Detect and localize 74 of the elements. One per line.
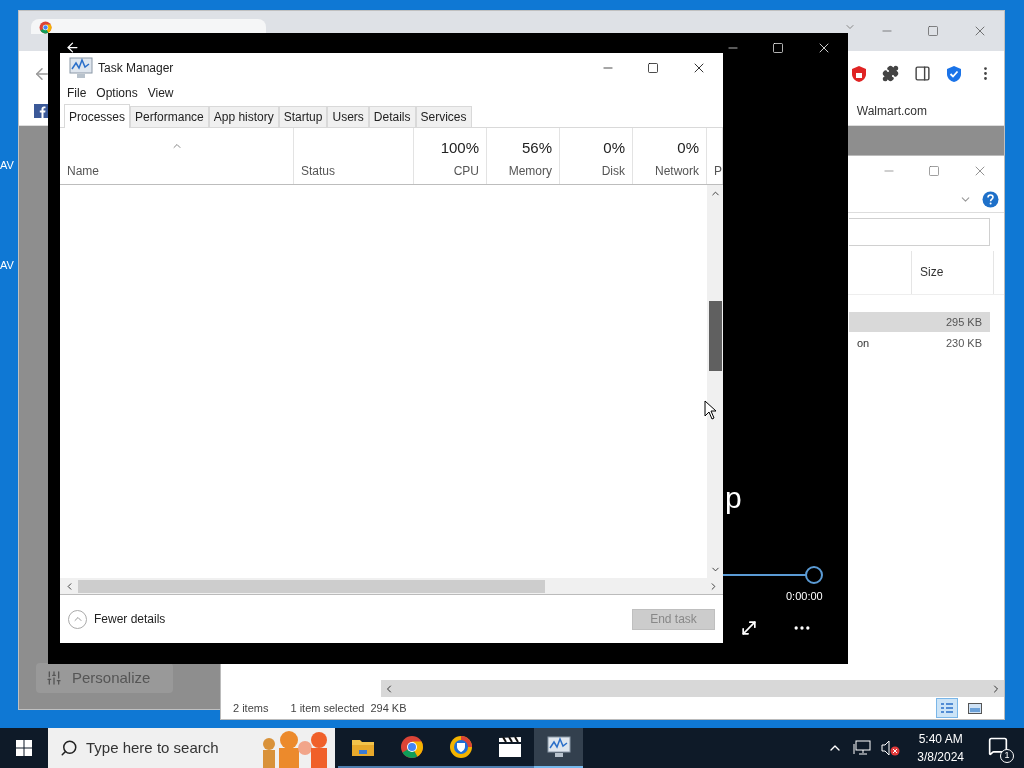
search-icon	[60, 739, 78, 757]
scrollbar-thumb[interactable]	[708, 301, 722, 371]
scrollbar-thumb[interactable]	[78, 579, 545, 593]
tab[interactable]: App history	[208, 106, 279, 127]
check-shield-icon[interactable]	[946, 64, 962, 83]
chrome-icon	[399, 735, 424, 759]
media-title: p	[724, 482, 743, 513]
vertical-scrollbar[interactable]	[707, 185, 723, 578]
file-name: on	[857, 335, 870, 351]
horizontal-scrollbar[interactable]	[60, 578, 723, 595]
menu-item[interactable]: File	[67, 84, 87, 102]
lock-shield-icon[interactable]	[851, 64, 867, 83]
seek-bar[interactable]	[723, 564, 823, 585]
folder-icon	[350, 737, 375, 757]
status-text: 2 items	[233, 700, 269, 716]
usage-percent: 100%	[440, 137, 479, 158]
status-text: 294 KB	[370, 700, 407, 716]
column-header[interactable]: Size	[920, 265, 944, 279]
clock-time[interactable]: 5:40 AM	[918, 730, 963, 748]
mouse-cursor-icon	[704, 400, 717, 420]
usage-percent: 0%	[603, 137, 625, 158]
elapsed-time: 0:00:00	[785, 588, 824, 604]
status-text: 1 item selected	[290, 700, 365, 716]
seek-thumb[interactable]	[805, 565, 823, 584]
chrome-icon	[39, 21, 52, 34]
clock-date[interactable]: 3/8/2024	[917, 748, 964, 766]
network-icon[interactable]	[853, 740, 872, 756]
search-field[interactable]	[849, 218, 990, 246]
sliders-icon	[46, 670, 62, 686]
task-manager-icon	[68, 56, 94, 80]
list-icon	[940, 702, 954, 714]
maximize-icon[interactable]	[647, 62, 659, 74]
details-view-button[interactable]	[936, 698, 958, 718]
column-header[interactable]: CPU	[453, 162, 479, 180]
horizontal-scrollbar[interactable]	[381, 680, 1004, 697]
fullscreen-icon[interactable]	[739, 618, 759, 638]
tab[interactable]: Users	[327, 106, 369, 127]
file-row[interactable]: 295 KB	[849, 312, 990, 332]
column-header[interactable]: Memory	[508, 162, 552, 180]
side-panel-icon[interactable]	[914, 65, 931, 82]
menu-item[interactable]: Options	[96, 84, 138, 102]
desktop-icon-label[interactable]: AV	[0, 157, 14, 174]
windows-logo-icon	[16, 740, 32, 756]
task-manager-icon	[545, 735, 572, 759]
file-size: 230 KB	[945, 335, 982, 351]
taskbar-app-button[interactable]	[534, 728, 583, 768]
column-header[interactable]: Disk	[601, 162, 625, 180]
tab[interactable]: Performance	[130, 106, 209, 127]
usage-percent: 0%	[677, 137, 699, 158]
bookmark-link[interactable]: Walmart.com	[856, 101, 927, 120]
picture-icon	[968, 702, 982, 714]
shield-browser-icon	[448, 735, 473, 759]
search-placeholder: Type here to search	[86, 737, 219, 758]
desktop-icon-label[interactable]: AV	[0, 257, 14, 274]
column-header[interactable]: P	[714, 162, 722, 180]
search-field[interactable]: Type here to search	[48, 728, 335, 768]
help-icon[interactable]	[982, 190, 999, 208]
window-title: Task Manager	[98, 60, 174, 77]
tab[interactable]: Processes	[64, 104, 131, 128]
clapperboard-icon	[497, 736, 522, 758]
muted-speaker-icon[interactable]	[881, 740, 902, 756]
file-size: 295 KB	[945, 314, 982, 330]
menu-item[interactable]: View	[147, 84, 174, 102]
column-header[interactable]: Status	[301, 162, 336, 180]
fewer-details-button[interactable]: Fewer details	[68, 609, 166, 629]
column-header[interactable]: Network	[655, 162, 699, 180]
usage-percent: 56%	[521, 137, 552, 158]
column-header[interactable]: Name	[67, 162, 99, 180]
extensions-icon[interactable]	[882, 65, 899, 82]
facebook-icon[interactable]	[34, 103, 48, 118]
tab[interactable]: Services	[415, 106, 472, 127]
tab[interactable]: Details	[368, 106, 416, 127]
tab[interactable]: Startup	[278, 106, 328, 127]
notification-count: 1	[1000, 749, 1014, 763]
